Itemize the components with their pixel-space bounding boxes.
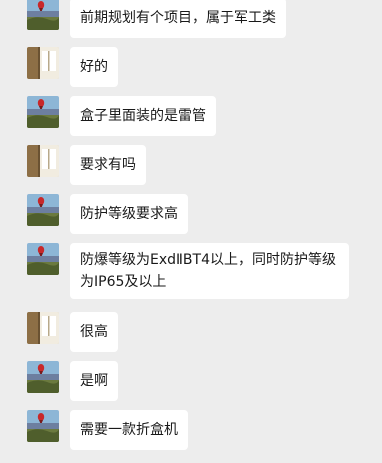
avatar-window[interactable] [27,47,59,79]
avatar-balloon[interactable] [27,0,59,30]
avatar-balloon[interactable] [27,243,59,275]
message-bubble[interactable]: 需要一款折盒机 [70,410,188,450]
chat-message-list[interactable]: 前期规划有个项目，属于军工类 好的 盒子里面装的是雷管 要求有吗 防护等级要求高… [0,0,382,463]
message-bubble[interactable]: 防护等级要求高 [70,194,188,234]
avatar-balloon[interactable] [27,410,59,442]
avatar-balloon[interactable] [27,96,59,128]
message-bubble[interactable]: 前期规划有个项目，属于军工类 [70,0,286,38]
avatar-window[interactable] [27,145,59,177]
avatar-balloon[interactable] [27,361,59,393]
message-bubble[interactable]: 防爆等级为ExdⅡBT4以上，同时防护等级为IP65及以上 [70,243,349,299]
message-bubble[interactable]: 盒子里面装的是雷管 [70,96,216,136]
message-bubble[interactable]: 好的 [70,47,118,87]
message-bubble[interactable]: 要求有吗 [70,145,146,185]
message-bubble[interactable]: 很高 [70,312,118,352]
avatar-balloon[interactable] [27,194,59,226]
avatar-window[interactable] [27,312,59,344]
message-bubble[interactable]: 是啊 [70,361,118,401]
